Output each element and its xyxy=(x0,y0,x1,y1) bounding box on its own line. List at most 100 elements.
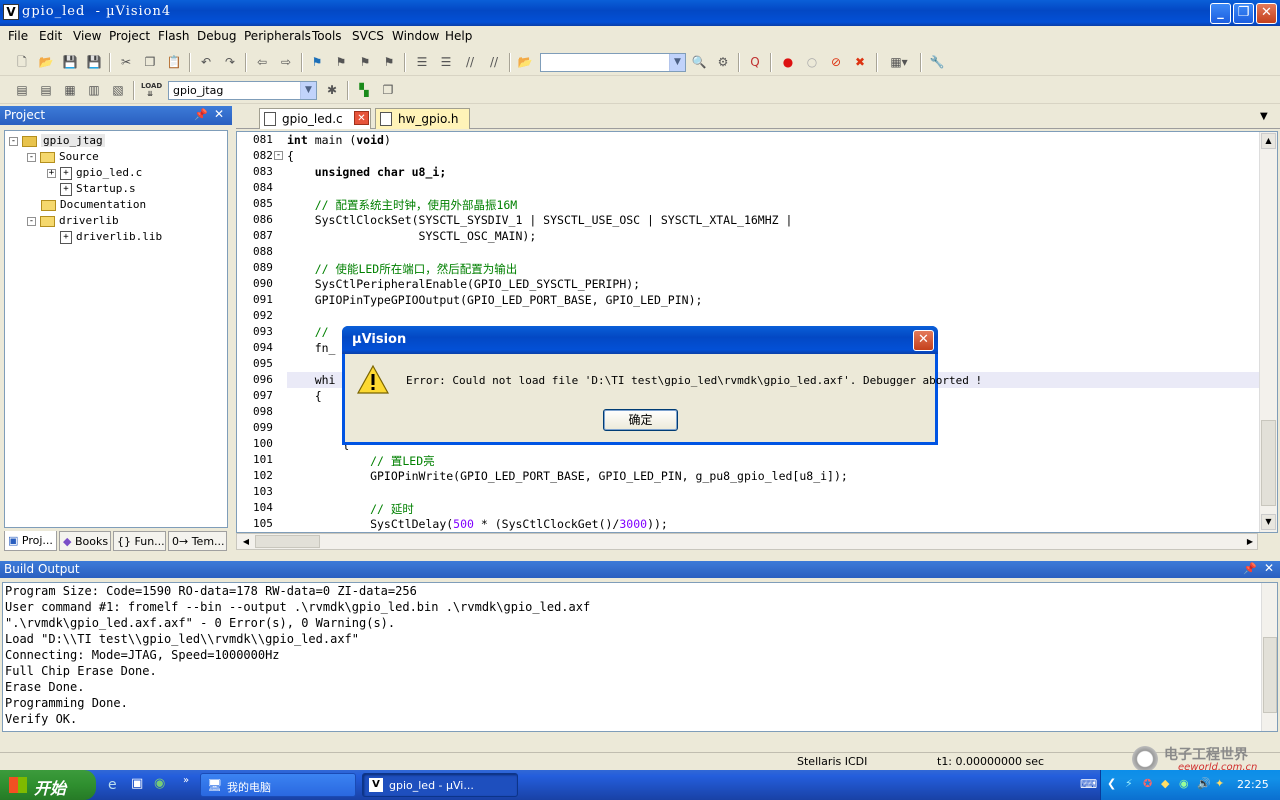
pin-icon[interactable]: 📌 xyxy=(1243,562,1257,575)
vertical-scrollbar[interactable]: ▲ ▼ xyxy=(1259,132,1277,532)
debug-session-icon[interactable]: Q xyxy=(746,54,764,71)
tree-item-startup-s[interactable]: + Startup.s xyxy=(60,182,136,197)
incremental-find-icon[interactable]: ⚙ xyxy=(714,54,732,71)
nav-forward-icon[interactable]: ⇨ xyxy=(277,54,295,71)
tray-app-icon[interactable]: ◆ xyxy=(1161,777,1169,790)
clock[interactable]: 22:25 xyxy=(1237,778,1269,791)
manage-components-icon[interactable]: ▚ xyxy=(355,82,373,99)
security-icon[interactable]: ✪ xyxy=(1143,777,1152,790)
tab-templates[interactable]: 0→ Tem... xyxy=(168,531,227,551)
tray-expand-icon[interactable]: ❮ xyxy=(1107,777,1116,790)
paste-icon[interactable]: 📋 xyxy=(165,54,183,71)
tree-item-source[interactable]: - Source xyxy=(27,150,99,165)
minimize-button[interactable]: _ xyxy=(1210,3,1231,24)
target-select[interactable]: gpio_jtag ▼ xyxy=(168,81,317,100)
unindent-icon[interactable]: ☰ xyxy=(437,54,455,71)
collapse-icon[interactable]: - xyxy=(27,216,36,226)
configure-icon[interactable]: 🔧 xyxy=(928,54,946,71)
menu-view[interactable]: View xyxy=(73,29,101,43)
disable-all-breakpoints-icon[interactable]: ⊘ xyxy=(827,54,845,71)
scroll-left-icon[interactable]: ◀ xyxy=(238,535,254,548)
menu-flash[interactable]: Flash xyxy=(158,29,189,43)
scrollbar-thumb[interactable] xyxy=(1263,637,1277,713)
translate-icon[interactable]: ▤ xyxy=(13,82,31,99)
build-icon[interactable]: ▤ xyxy=(37,82,55,99)
uncomment-icon[interactable]: // xyxy=(485,54,503,71)
comment-icon[interactable]: // xyxy=(461,54,479,71)
build-vertical-scrollbar[interactable] xyxy=(1261,583,1277,731)
select-packs-icon[interactable]: ❐ xyxy=(379,82,397,99)
tree-item-driverlib[interactable]: - driverlib xyxy=(27,214,119,229)
scroll-up-icon[interactable]: ▲ xyxy=(1261,133,1276,149)
chevron-down-icon[interactable]: ▼ xyxy=(669,54,685,71)
copy-icon[interactable]: ❐ xyxy=(141,54,159,71)
redo-icon[interactable]: ↷ xyxy=(221,54,239,71)
breakpoint-icon[interactable]: ● xyxy=(779,54,797,71)
menu-help[interactable]: Help xyxy=(445,29,472,43)
menu-tools[interactable]: Tools xyxy=(312,29,342,43)
tray-app-icon[interactable]: ◉ xyxy=(1179,777,1189,790)
target-options-icon[interactable]: ✱ xyxy=(323,82,341,99)
next-bookmark-icon[interactable]: ⚑ xyxy=(356,54,374,71)
new-file-icon[interactable]: 🗋 xyxy=(13,54,31,71)
menu-debug[interactable]: Debug xyxy=(197,29,236,43)
collapse-icon[interactable]: - xyxy=(27,152,36,162)
find-icon[interactable]: 🔍 xyxy=(690,54,708,71)
tab-books[interactable]: ◆ Books xyxy=(59,531,111,551)
start-button[interactable]: 开始 xyxy=(0,770,96,800)
fold-collapse-icon[interactable]: - xyxy=(274,151,283,160)
nav-back-icon[interactable]: ⇦ xyxy=(253,54,271,71)
scroll-down-icon[interactable]: ▼ xyxy=(1261,514,1276,530)
tree-item-gpio-jtag[interactable]: - gpio_jtag xyxy=(9,134,105,149)
menu-svcs[interactable]: SVCS xyxy=(352,29,384,43)
dialog-title-bar[interactable]: µVision xyxy=(342,326,938,354)
tree-item-gpio-led-c[interactable]: + + gpio_led.c xyxy=(47,166,142,181)
hscroll-thumb[interactable] xyxy=(255,535,320,548)
taskbar-item-gpio-led[interactable]: V gpio_led - µVi... xyxy=(362,773,518,797)
network-icon[interactable]: ⚡ xyxy=(1125,777,1133,790)
app-icon[interactable]: V xyxy=(3,4,19,20)
kill-all-breakpoints-icon[interactable]: ✖ xyxy=(851,54,869,71)
project-tree[interactable]: - gpio_jtag - Source + + gpio_led.c + Startup… xyxy=(4,130,228,528)
prev-bookmark-icon[interactable]: ⚑ xyxy=(332,54,350,71)
tree-item-documentation[interactable]: Documentation xyxy=(41,198,146,213)
disable-breakpoint-icon[interactable]: ○ xyxy=(803,54,821,71)
tab-list-chevron-icon[interactable]: ▼ xyxy=(1260,111,1268,122)
volume-icon[interactable]: 🔊 xyxy=(1197,777,1211,790)
close-tab-icon[interactable]: ✕ xyxy=(354,111,369,125)
title-bar[interactable]: V gpio_led - µVision4 _ ❐ ✕ xyxy=(0,0,1280,26)
save-all-icon[interactable]: 💾 xyxy=(85,54,103,71)
close-button[interactable]: ✕ xyxy=(1256,3,1277,24)
tab-hw-gpio-h[interactable]: hw_gpio.h xyxy=(375,108,470,129)
ie-icon[interactable]: e xyxy=(108,777,117,793)
scroll-right-icon[interactable]: ▶ xyxy=(1242,535,1258,548)
rebuild-icon[interactable]: ▦ xyxy=(61,82,79,99)
menu-file[interactable]: File xyxy=(8,29,28,43)
keyboard-icon[interactable]: ⌨ xyxy=(1080,777,1097,791)
close-icon[interactable]: ✕ xyxy=(214,107,224,121)
horizontal-scrollbar[interactable]: ◀ ▶ xyxy=(236,533,1258,550)
batch-build-icon[interactable]: ▥ xyxy=(85,82,103,99)
search-combo[interactable]: ▼ xyxy=(540,53,686,72)
load-icon[interactable]: LOAD ⇊ xyxy=(141,82,162,99)
pin-icon[interactable]: 📌 xyxy=(194,108,208,121)
collapse-icon[interactable]: - xyxy=(9,136,18,146)
save-icon[interactable]: 💾 xyxy=(61,54,79,71)
window-layout-icon[interactable]: ▦▾ xyxy=(884,54,914,71)
open-file-icon[interactable]: 📂 xyxy=(37,54,55,71)
tray-app-icon[interactable]: ✦ xyxy=(1215,777,1224,790)
tree-item-driverlib-lib[interactable]: + driverlib.lib xyxy=(60,230,162,245)
undo-icon[interactable]: ↶ xyxy=(197,54,215,71)
taskbar-item-my-computer[interactable]: 🖥 我的电脑 xyxy=(200,773,356,797)
ok-button[interactable]: 确定 xyxy=(603,409,678,431)
close-icon[interactable]: ✕ xyxy=(1264,561,1274,575)
indent-icon[interactable]: ☰ xyxy=(413,54,431,71)
maximize-button[interactable]: ❐ xyxy=(1233,3,1254,24)
expand-icon[interactable]: + xyxy=(47,168,56,178)
tab-functions[interactable]: {} Fun... xyxy=(113,531,166,551)
bookmark-icon[interactable]: ⚑ xyxy=(308,54,326,71)
menu-window[interactable]: Window xyxy=(392,29,439,43)
dialog-close-button[interactable]: ✕ xyxy=(913,330,934,351)
clear-bookmarks-icon[interactable]: ⚑ xyxy=(380,54,398,71)
stop-build-icon[interactable]: ▧ xyxy=(109,82,127,99)
